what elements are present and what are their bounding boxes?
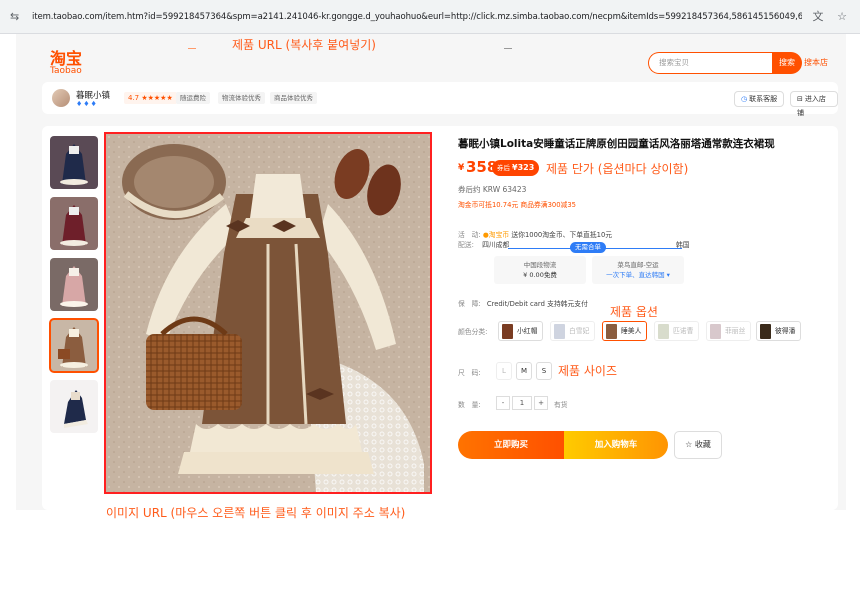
shop-bar: 暮眠小镇 ♦♦♦ 4.7 ★★★★★ 随运费险 物流体验优秀 商品体验优秀 ◷ 联… bbox=[42, 82, 838, 117]
taobao-logo[interactable]: 淘宝 Taobao bbox=[50, 51, 82, 77]
coupon-price-badge[interactable]: 券后 ¥323 bbox=[492, 160, 540, 176]
promo-text: 淘金币可抵10.74元 商品券满300减35 bbox=[458, 201, 577, 209]
size-option-s[interactable]: S bbox=[536, 362, 552, 380]
product-card: Asleeptown 暮眠小镇Lolita安睡童话正牌原创田园童话风洛丽塔通常款… bbox=[42, 126, 838, 510]
thumbnail-1[interactable] bbox=[50, 136, 98, 189]
annotation-product-price: 제품 단가 (옵션마다 상이함) bbox=[546, 162, 689, 176]
address-bar[interactable]: ⇆ item.taobao.com/item.htm?id=5992184573… bbox=[0, 0, 860, 34]
stock-status: 有货 bbox=[554, 401, 568, 409]
translate-icon[interactable]: 文 bbox=[810, 9, 826, 25]
no-merge-tag: 无需合单 bbox=[570, 242, 606, 253]
shop-tag-1: 随运费险 bbox=[176, 92, 210, 104]
color-option-pinocchio[interactable]: 匹诺曹 bbox=[654, 321, 700, 341]
search-input[interactable]: 搜索宝贝 bbox=[648, 52, 772, 74]
favorite-button[interactable]: ☆ 收藏 bbox=[674, 431, 722, 459]
contact-service-button[interactable]: ◷ 联系客服 bbox=[734, 91, 785, 107]
site-info-icon[interactable]: ⇆ bbox=[10, 10, 24, 24]
main-product-image[interactable]: Asleeptown bbox=[104, 132, 432, 494]
quantity-input[interactable]: 1 bbox=[512, 396, 532, 410]
color-option-little-red-riding-hood[interactable]: 小红帽 bbox=[498, 321, 544, 341]
color-option-sleeping-beauty-selected[interactable]: 睡美人 bbox=[602, 321, 648, 341]
shop-tag-2: 物流体验优秀 bbox=[218, 92, 265, 104]
color-option-peter-pan[interactable]: 彼得潘 bbox=[756, 321, 802, 341]
quantity-decrease-button[interactable]: - bbox=[496, 396, 510, 410]
cainiao-air-box[interactable]: 菜鸟直邮-空运 一次下单、直达韩国 ▾ bbox=[592, 256, 684, 284]
store-icon: ⊟ bbox=[797, 95, 803, 103]
nav-divider bbox=[504, 48, 512, 49]
quantity-increase-button[interactable]: + bbox=[534, 396, 548, 410]
annotation-product-url: 제품 URL (복사후 붙여넣기) bbox=[232, 38, 376, 52]
size-label: 尺 码: bbox=[458, 369, 481, 377]
thumbnail-4-selected[interactable] bbox=[49, 318, 99, 373]
color-option-phyllis[interactable]: 菲丽丝 bbox=[706, 321, 752, 341]
address-url[interactable]: item.taobao.com/item.htm?id=599218457364… bbox=[32, 12, 802, 22]
ship-from: 四川成都 bbox=[482, 241, 510, 249]
search-button[interactable]: 搜索 bbox=[772, 52, 802, 74]
bookmark-star-icon[interactable]: ☆ bbox=[834, 9, 850, 25]
color-option-snow-white[interactable]: 白雪妃 bbox=[550, 321, 596, 341]
taobao-coin-badge: ●淘宝币 bbox=[482, 231, 510, 239]
shipping-row: 配送: 四川成都 bbox=[458, 241, 510, 249]
activity-row: 活 动: ●淘宝币 送你1000淘金币、下单直抵10元 bbox=[458, 231, 613, 239]
thumbnail-5[interactable] bbox=[50, 380, 98, 433]
annotation-product-option: 제품 옵션 bbox=[610, 305, 658, 319]
add-to-cart-button[interactable]: 加入购物车 bbox=[564, 431, 668, 459]
color-label: 颜色分类: bbox=[458, 328, 488, 336]
shop-rating: 4.7 ★★★★★ bbox=[124, 92, 177, 104]
product-title: 暮眠小镇Lolita安睡童话正牌原创田园童话风洛丽塔通常款连衣裙现 bbox=[458, 138, 775, 150]
dress-photo: Asleeptown bbox=[106, 134, 430, 492]
shop-avatar[interactable] bbox=[52, 89, 70, 107]
logo-divider bbox=[188, 48, 196, 49]
thumbnail-2[interactable] bbox=[50, 197, 98, 250]
annotation-product-size: 제품 사이즈 bbox=[558, 364, 618, 378]
star-icon: ☆ bbox=[685, 440, 695, 449]
china-logistics-box: 中国段物流 ¥ 0.00免费 bbox=[494, 256, 586, 284]
size-option-m[interactable]: M bbox=[516, 362, 532, 380]
shop-level-badges: ♦♦♦ bbox=[76, 100, 98, 108]
product-page: 淘宝 Taobao 搜索宝贝 搜索 搜本店 暮眠小镇 ♦♦♦ 4.7 ★★★★★… bbox=[16, 34, 846, 510]
guarantee-row: 保 障: Credit/Debit card 支持韩元支付 bbox=[458, 300, 588, 308]
enter-store-button[interactable]: ⊟ 进入店铺 bbox=[790, 91, 838, 117]
annotation-image-url: 이미지 URL (마우스 오른쪽 버튼 클릭 후 이미지 주소 복사) bbox=[106, 506, 406, 520]
quantity-label: 数 量: bbox=[458, 401, 481, 409]
price-symbol: ¥ bbox=[458, 163, 465, 173]
chat-icon: ◷ bbox=[741, 95, 748, 103]
thumbnail-3[interactable] bbox=[50, 258, 98, 311]
size-option-l[interactable]: L bbox=[496, 362, 512, 380]
search-store-button[interactable]: 搜本店 bbox=[804, 52, 828, 74]
buy-now-button[interactable]: 立即购买 bbox=[458, 431, 564, 459]
shop-tag-3: 商品体验优秀 bbox=[270, 92, 317, 104]
krw-price: 券后约 KRW 63423 bbox=[458, 185, 527, 194]
